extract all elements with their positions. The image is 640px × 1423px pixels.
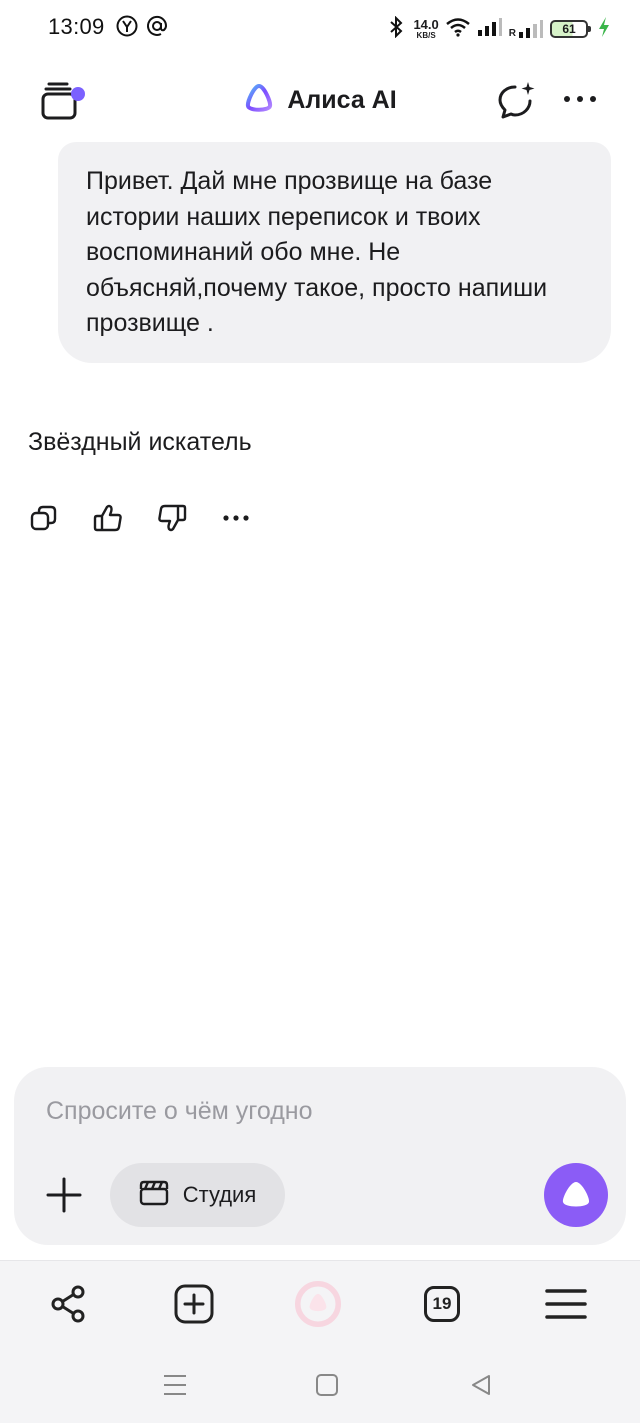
message-input[interactable]	[46, 1097, 566, 1126]
new-tab-icon[interactable]	[171, 1281, 217, 1327]
back-icon[interactable]	[466, 1370, 496, 1400]
battery-indicator: 61	[550, 20, 591, 38]
battery-level: 61	[562, 22, 576, 36]
user-message-bubble: Привет. Дай мне прозвище на базе истории…	[58, 142, 611, 363]
message-more-icon[interactable]	[220, 500, 252, 536]
tabs-count: 19	[424, 1286, 460, 1322]
share-icon[interactable]	[45, 1281, 91, 1327]
bluetooth-icon	[389, 15, 403, 43]
thumbs-up-icon[interactable]	[92, 500, 124, 536]
recent-apps-icon[interactable]	[160, 1370, 190, 1400]
screen: 13:09 14.0 KB/S R 61 Алиса AI Привет. Да…	[0, 0, 640, 1423]
more-icon[interactable]	[562, 90, 598, 108]
tabs-icon[interactable]: 19	[419, 1281, 465, 1327]
new-chat-icon[interactable]	[496, 80, 538, 122]
alice-icon	[562, 1182, 590, 1207]
status-system-icons: 14.0 KB/S R 61	[389, 14, 610, 44]
page-title: Алиса AI	[287, 86, 397, 114]
status-bar: 13:09 14.0 KB/S R 61	[0, 0, 640, 58]
signal-icon	[477, 17, 503, 42]
yandex-browser-icon	[116, 15, 138, 42]
menu-icon[interactable]	[543, 1281, 589, 1327]
message-actions	[28, 500, 284, 536]
alice-logo-icon	[243, 82, 275, 119]
wifi-icon	[445, 17, 471, 42]
attach-plus-icon[interactable]	[44, 1175, 84, 1215]
signal-roaming-icon: R	[509, 19, 544, 39]
alice-nav-icon[interactable]	[295, 1281, 341, 1327]
thumbs-down-icon[interactable]	[156, 500, 188, 536]
assistant-message: Звёздный искатель	[28, 428, 252, 456]
home-icon[interactable]	[312, 1370, 342, 1400]
composer: Студия	[14, 1067, 626, 1245]
studio-button[interactable]: Студия	[110, 1163, 285, 1227]
network-speed-unit: KB/S	[416, 31, 436, 40]
bottom-nav: 19	[0, 1260, 640, 1347]
app-header: Алиса AI	[0, 70, 640, 130]
copy-icon[interactable]	[28, 500, 60, 536]
network-speed-value: 14.0	[413, 17, 439, 32]
network-speed: 14.0 KB/S	[413, 18, 438, 40]
clapperboard-icon	[139, 1178, 169, 1212]
studio-label: Студия	[182, 1182, 257, 1207]
status-time: 13:09	[48, 14, 105, 39]
header-title-group: Алиса AI	[0, 82, 640, 119]
status-notification-icons	[116, 15, 168, 42]
at-icon	[146, 15, 168, 42]
system-nav	[0, 1346, 640, 1423]
alice-voice-button[interactable]	[544, 1163, 608, 1227]
roaming-label: R	[508, 28, 516, 39]
charging-icon	[598, 16, 610, 43]
